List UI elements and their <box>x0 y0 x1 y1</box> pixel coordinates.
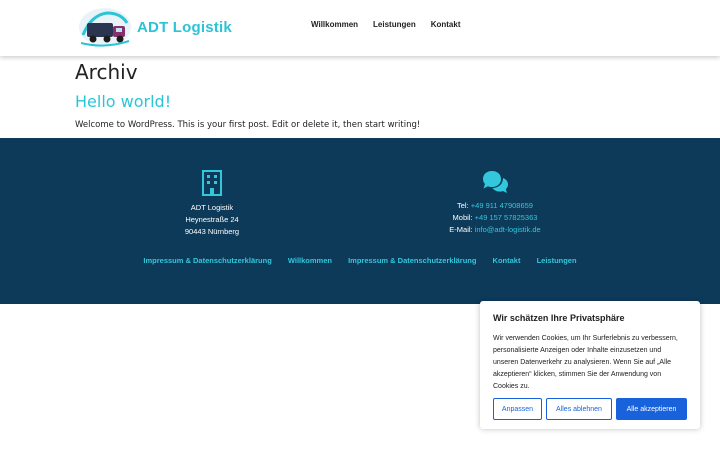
nav-item-willkommen[interactable]: Willkommen <box>311 20 358 29</box>
cookie-title: Wir schätzen Ihre Privatsphäre <box>493 313 625 323</box>
footer-link-leistungen[interactable]: Leistungen <box>537 256 577 265</box>
cookie-banner: Wir schätzen Ihre Privatsphäre Wir verwe… <box>480 301 700 429</box>
footer-city: 90443 Nürnberg <box>184 227 240 236</box>
footer-street: Heynestraße 24 <box>185 215 239 224</box>
truck-logo-icon <box>79 8 131 47</box>
cookie-buttons: Anpassen Alles ablehnen Alle akzeptieren <box>493 398 691 420</box>
customize-button[interactable]: Anpassen <box>493 398 542 420</box>
footer-link-impressum[interactable]: Impressum & Datenschutzerklärung <box>143 256 271 265</box>
site-logo[interactable]: ADT Logistik <box>77 5 232 49</box>
footer-tel-row: Tel: +49 911 47908659 <box>457 201 533 210</box>
footer-link-willkommen[interactable]: Willkommen <box>288 256 332 265</box>
footer-address: ADT Logistik Heynestraße 24 90443 Nürnbe… <box>112 170 312 238</box>
chat-icon <box>483 171 508 193</box>
footer-email-row: E-Mail: info@adt-logistik.de <box>449 225 541 234</box>
footer-mobil-row: Mobil: +49 157 57825363 <box>452 213 538 222</box>
main-nav: Willkommen Leistungen Kontakt <box>311 20 476 29</box>
footer-link-kontakt[interactable]: Kontakt <box>493 256 521 265</box>
main-content: Archiv Hello world! Welcome to WordPress… <box>75 60 675 130</box>
reject-all-button[interactable]: Alles ablehnen <box>546 398 612 420</box>
accept-all-button[interactable]: Alle akzeptieren <box>616 398 687 420</box>
nav-item-kontakt[interactable]: Kontakt <box>431 20 461 29</box>
email-link[interactable]: info@adt-logistik.de <box>475 225 541 234</box>
footer-contact: Tel: +49 911 47908659 Mobil: +49 157 578… <box>395 170 595 236</box>
mobil-link[interactable]: +49 157 57825363 <box>475 213 538 222</box>
footer-link-impressum-2[interactable]: Impressum & Datenschutzerklärung <box>348 256 476 265</box>
building-icon <box>202 170 222 196</box>
tel-link[interactable]: +49 911 47908659 <box>471 201 533 210</box>
post-title-link[interactable]: Hello world! <box>75 92 675 112</box>
page-title: Archiv <box>75 60 138 84</box>
nav-item-leistungen[interactable]: Leistungen <box>373 20 416 29</box>
cookie-text: Wir verwenden Cookies, um Ihr Surferlebn… <box>493 335 678 390</box>
brand-name: ADT Logistik <box>137 18 232 36</box>
site-footer: ADT Logistik Heynestraße 24 90443 Nürnbe… <box>0 138 720 304</box>
footer-company: ADT Logistik <box>190 203 234 212</box>
post-excerpt: Welcome to WordPress. This is your first… <box>75 120 421 130</box>
footer-links: Impressum & Datenschutzerklärung Willkom… <box>0 256 720 265</box>
site-header: ADT Logistik Willkommen Leistungen Konta… <box>0 0 720 56</box>
